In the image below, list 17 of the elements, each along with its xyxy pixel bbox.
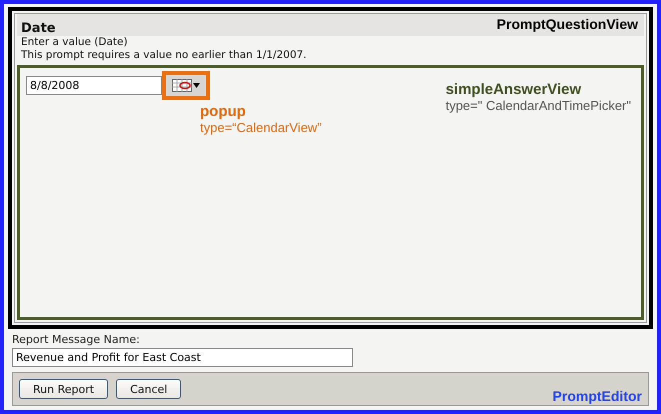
report-name-label: Report Message Name: (12, 333, 141, 346)
constraint-text: This prompt requires a value no earlier than 1/1/2007. (20, 49, 308, 62)
calendar-popup-button[interactable] (162, 71, 210, 100)
run-report-button[interactable]: Run Report (19, 379, 108, 399)
date-input-field[interactable]: 8/8/2008 (26, 76, 162, 95)
calendar-icon (172, 79, 192, 92)
simple-answer-view-annotation: simpleAnswerView (446, 81, 582, 98)
cancel-button[interactable]: Cancel (116, 379, 182, 399)
report-name-field[interactable]: Revenue and Profit for East Coast (12, 348, 353, 367)
caret-icon (193, 83, 200, 88)
prompt-question-view-annotation: PromptQuestionView (496, 16, 638, 32)
instruction-text: Enter a value (Date) (20, 36, 129, 49)
popup-annotation: popup (200, 103, 247, 120)
prompt-title: Date (21, 21, 56, 36)
popup-type-annotation: type=“CalendarView” (200, 120, 322, 135)
prompt-editor-annotation: PromptEditor (552, 388, 642, 404)
answer-type-annotation: type=" CalendarAndTimePicker" (446, 98, 631, 113)
